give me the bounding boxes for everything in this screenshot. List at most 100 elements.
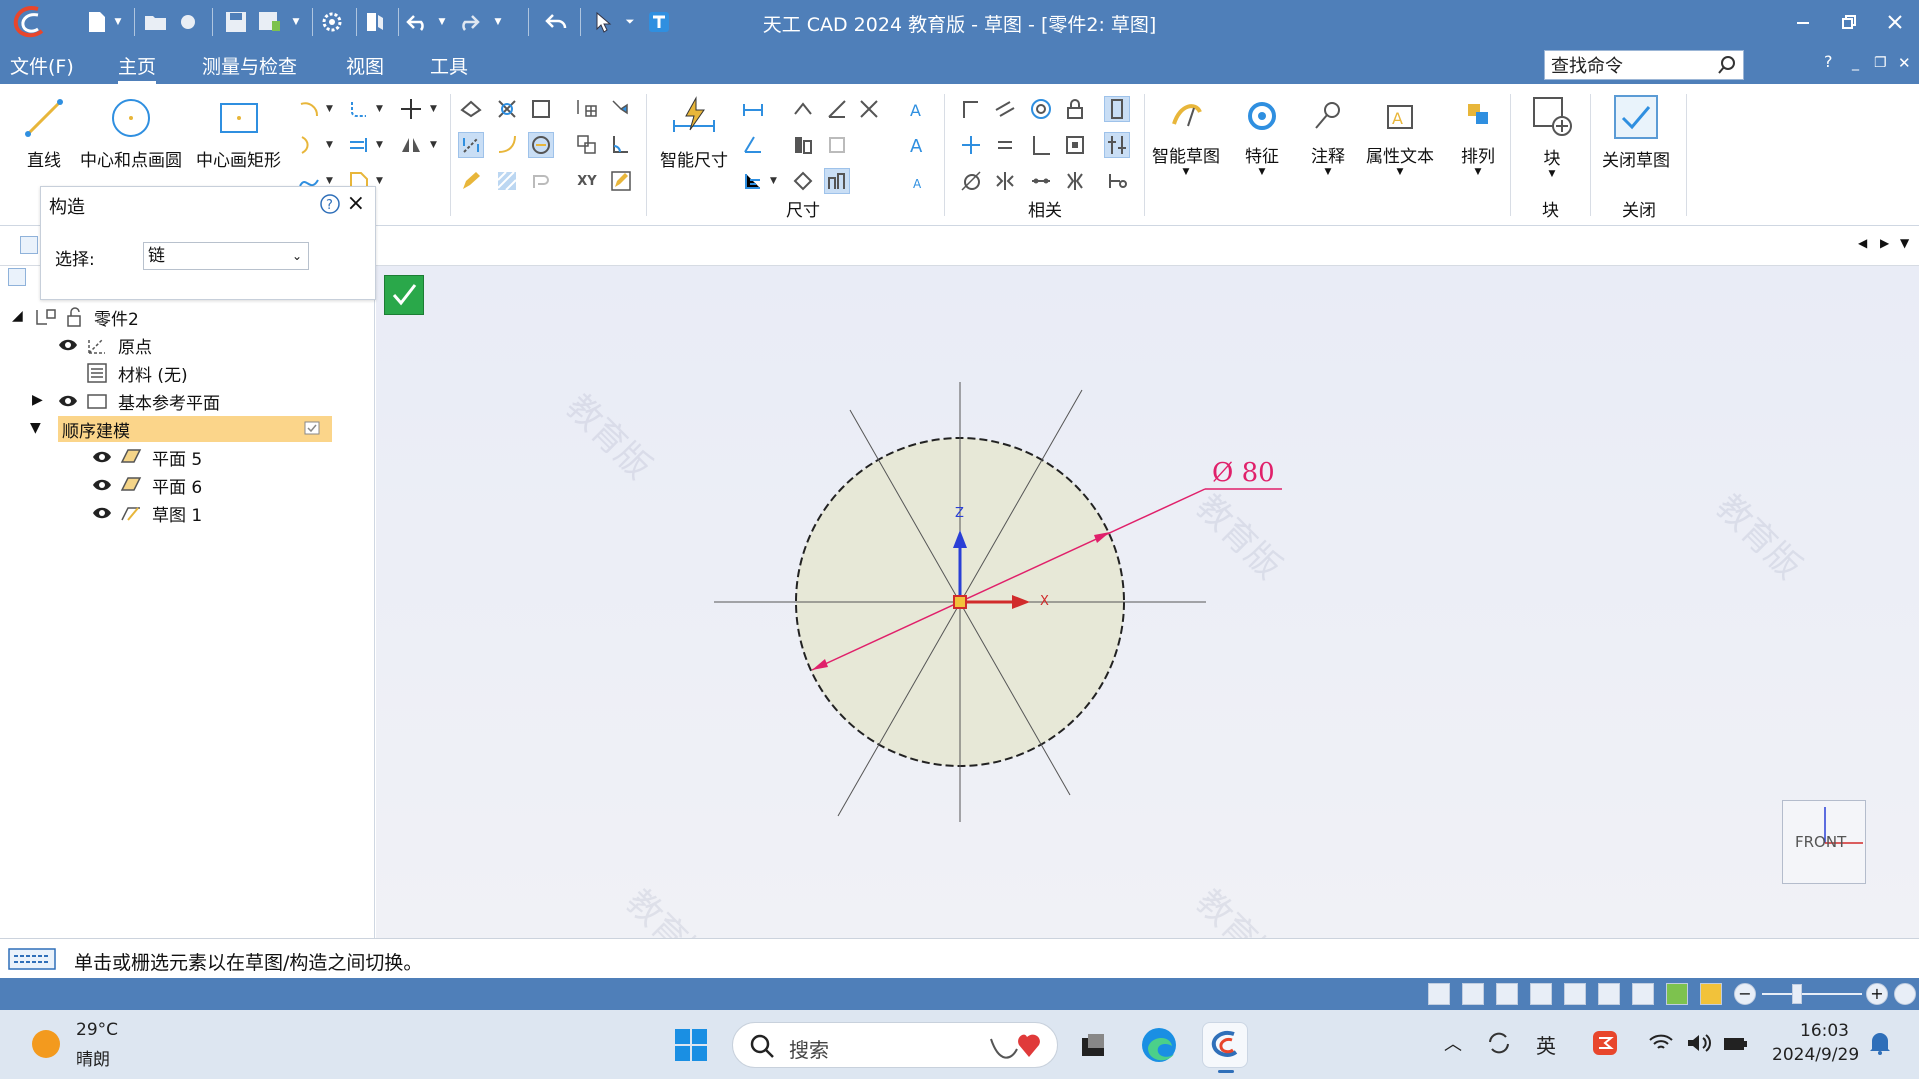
undo-icon[interactable] bbox=[404, 6, 432, 38]
fillet-dropdown-icon[interactable]: ▼ bbox=[376, 104, 383, 114]
tray-overflow-icon[interactable]: ︿ bbox=[1444, 1030, 1462, 1056]
select-cursor-icon[interactable] bbox=[590, 6, 616, 38]
property-text-dropdown-icon[interactable]: ▼ bbox=[1397, 167, 1404, 177]
save-dropdown-icon[interactable]: ▼ bbox=[290, 6, 302, 38]
spline-dropdown-icon[interactable]: ▼ bbox=[326, 176, 333, 186]
wps-icon[interactable] bbox=[1592, 1030, 1618, 1056]
close-sketch-button[interactable]: 关闭草图 bbox=[1602, 94, 1670, 171]
select-mode-dropdown[interactable]: 链 ⌄ bbox=[143, 242, 309, 270]
symbol-tool-icon[interactable] bbox=[528, 168, 554, 194]
dimension-style-icon[interactable] bbox=[790, 132, 816, 158]
search-icon[interactable] bbox=[1717, 55, 1737, 75]
taskbar-app-edge[interactable] bbox=[1136, 1022, 1182, 1068]
xy-coordinate-icon[interactable]: XY bbox=[574, 168, 600, 194]
app-logo-icon[interactable] bbox=[8, 3, 52, 41]
array-tool-icon[interactable] bbox=[574, 132, 600, 158]
scroll-right-icon[interactable]: ▶ bbox=[1880, 236, 1889, 250]
eye-icon[interactable] bbox=[58, 338, 78, 352]
tree-collapse-icon[interactable]: ◢ bbox=[12, 308, 23, 324]
rigid-relation-icon[interactable] bbox=[1062, 132, 1088, 158]
close-window-button[interactable] bbox=[1872, 4, 1918, 40]
doc-restore-button[interactable]: ❐ bbox=[1874, 55, 1887, 71]
sketch-view-icon[interactable] bbox=[1598, 983, 1620, 1005]
auto-dimension-icon[interactable] bbox=[856, 96, 882, 122]
arrange-dropdown-icon[interactable]: ▼ bbox=[1475, 167, 1482, 177]
tree-item-plane-6[interactable]: 平面 6 bbox=[92, 472, 202, 498]
clock-date[interactable]: 2024/9/29 bbox=[1772, 1045, 1859, 1065]
concentric-relation-icon[interactable] bbox=[1028, 96, 1054, 122]
hatch-tool-icon[interactable] bbox=[494, 168, 520, 194]
zoom-area-icon[interactable] bbox=[1496, 983, 1518, 1005]
tree-item-origin[interactable]: 原点 bbox=[58, 332, 152, 358]
close-icon[interactable]: × bbox=[347, 191, 365, 216]
zoom-out-icon[interactable]: − bbox=[1734, 983, 1756, 1005]
eye-icon[interactable] bbox=[92, 450, 112, 464]
view-orientation-icon[interactable] bbox=[1632, 983, 1654, 1005]
maintain-relation-icon[interactable] bbox=[1104, 132, 1130, 158]
camera-view-icon[interactable] bbox=[1428, 983, 1450, 1005]
tree-item-sketch-1[interactable]: 草图 1 bbox=[92, 500, 202, 526]
sun-icon[interactable] bbox=[32, 1030, 60, 1058]
restore-button[interactable] bbox=[1826, 4, 1872, 40]
text-tool-icon[interactable] bbox=[646, 6, 672, 38]
redo-dropdown-icon[interactable]: ▼ bbox=[492, 6, 504, 38]
intellisketch-dropdown-icon[interactable]: ▼ bbox=[1183, 167, 1190, 177]
text-decrease-icon[interactable]: A bbox=[906, 168, 932, 194]
view-fit-icon[interactable] bbox=[1462, 983, 1484, 1005]
menu-file[interactable]: 文件(F) bbox=[10, 52, 74, 79]
annotation-dropdown-icon[interactable]: ▼ bbox=[1325, 167, 1332, 177]
zoom-slider-handle[interactable] bbox=[1792, 984, 1802, 1004]
zoom-reset-icon[interactable] bbox=[1894, 983, 1916, 1005]
zoom-slider[interactable] bbox=[1762, 993, 1862, 995]
origin-marker-icon[interactable] bbox=[953, 595, 967, 609]
attach-dimension-icon[interactable] bbox=[824, 132, 850, 158]
tree-root[interactable]: 零件2 bbox=[34, 304, 139, 330]
trim-tool-icon[interactable] bbox=[346, 132, 372, 158]
doc-close-button[interactable]: ✕ bbox=[1898, 54, 1911, 72]
minimize-button[interactable] bbox=[1780, 4, 1826, 40]
confirm-button[interactable] bbox=[384, 275, 424, 315]
taskbar-app-files[interactable] bbox=[1070, 1022, 1116, 1068]
connect-relation-icon[interactable] bbox=[958, 96, 984, 122]
offset-dropdown-icon[interactable]: ▼ bbox=[376, 176, 383, 186]
block-button[interactable]: 块 ▼ bbox=[1530, 94, 1574, 179]
wifi-icon[interactable] bbox=[1648, 1032, 1674, 1054]
move-dropdown-icon[interactable]: ▼ bbox=[430, 104, 437, 114]
trim-dropdown-icon[interactable]: ▼ bbox=[376, 140, 383, 150]
menu-tools[interactable]: 工具 bbox=[430, 52, 468, 79]
arc-tool-icon[interactable] bbox=[296, 96, 322, 122]
eye-icon[interactable] bbox=[92, 478, 112, 492]
annotation-button[interactable]: 注释 ▼ bbox=[1308, 96, 1348, 177]
notification-bell-icon[interactable] bbox=[1868, 1030, 1892, 1056]
taskbar-search-input[interactable]: 搜索 bbox=[732, 1022, 1058, 1068]
dimension-pattern-icon[interactable] bbox=[790, 168, 816, 194]
menu-home[interactable]: 主页 bbox=[118, 52, 157, 84]
symmetric-relation-icon[interactable] bbox=[992, 168, 1018, 194]
curve-dropdown-icon[interactable]: ▼ bbox=[326, 140, 333, 150]
view-style-icon[interactable] bbox=[1666, 983, 1688, 1005]
region-tool-icon[interactable] bbox=[528, 96, 554, 122]
text-increase-icon[interactable]: A bbox=[906, 132, 932, 158]
eye-icon[interactable] bbox=[92, 506, 112, 520]
save-icon[interactable] bbox=[222, 6, 250, 38]
edit-dimension-icon[interactable] bbox=[608, 168, 634, 194]
save-all-icon[interactable] bbox=[256, 6, 284, 38]
sync-icon[interactable] bbox=[1486, 1030, 1512, 1056]
panel-toggle-icon[interactable] bbox=[362, 6, 388, 38]
volume-icon[interactable] bbox=[1686, 1032, 1712, 1054]
arc-dropdown-icon[interactable]: ▼ bbox=[326, 104, 333, 114]
scroll-left-icon[interactable]: ◀ bbox=[1858, 236, 1867, 250]
new-file-icon[interactable] bbox=[84, 6, 110, 38]
property-text-button[interactable]: A 属性文本 ▼ bbox=[1366, 96, 1434, 177]
equal-relation-icon[interactable] bbox=[992, 132, 1018, 158]
tangent-relation-icon[interactable] bbox=[958, 168, 984, 194]
block-dropdown-icon[interactable]: ▼ bbox=[1549, 169, 1556, 179]
tab-menu-icon[interactable]: ▼ bbox=[1900, 236, 1909, 250]
curve-construct-icon[interactable] bbox=[494, 132, 520, 158]
point-relation-icon[interactable] bbox=[958, 132, 984, 158]
tree-item-ordered-modeling[interactable]: 顺序建模 bbox=[58, 416, 332, 442]
relation-handles-icon[interactable] bbox=[1104, 96, 1130, 122]
recent-file-icon[interactable] bbox=[176, 6, 200, 38]
redo-icon[interactable] bbox=[454, 6, 482, 38]
help-button[interactable]: ? bbox=[1824, 52, 1833, 71]
